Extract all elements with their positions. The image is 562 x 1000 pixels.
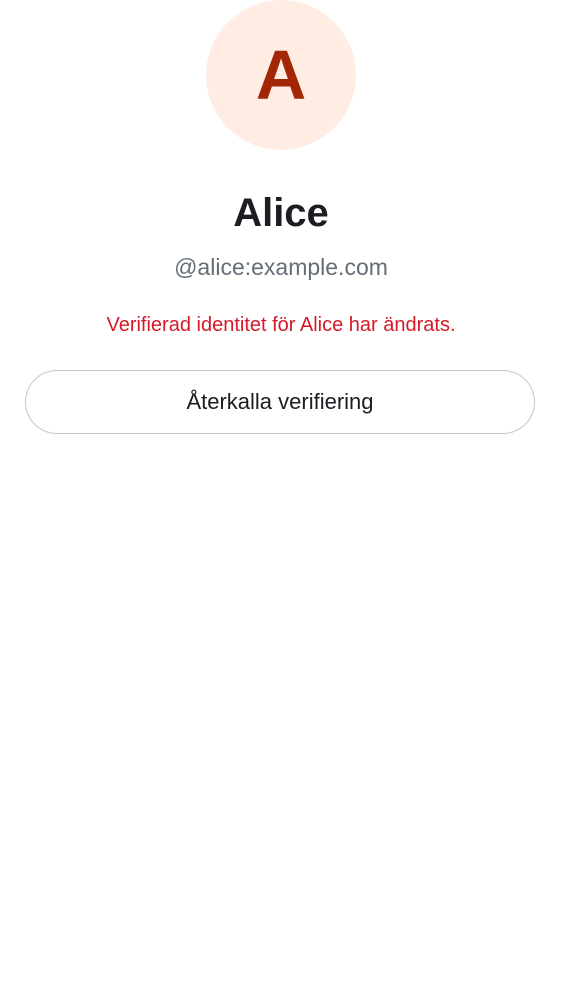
user-profile-screen: A Alice @alice:example.com Verifierad id… (0, 0, 562, 1000)
avatar-initial: A (255, 36, 307, 114)
avatar: A (206, 0, 356, 150)
identity-changed-warning: Verifierad identitet för Alice har ändra… (106, 314, 456, 336)
withdraw-verification-button[interactable]: Återkalla verifiering (25, 370, 535, 434)
withdraw-verification-label: Återkalla verifiering (186, 389, 374, 414)
user-id: @alice:example.com (174, 254, 388, 280)
display-name: Alice (233, 191, 329, 235)
